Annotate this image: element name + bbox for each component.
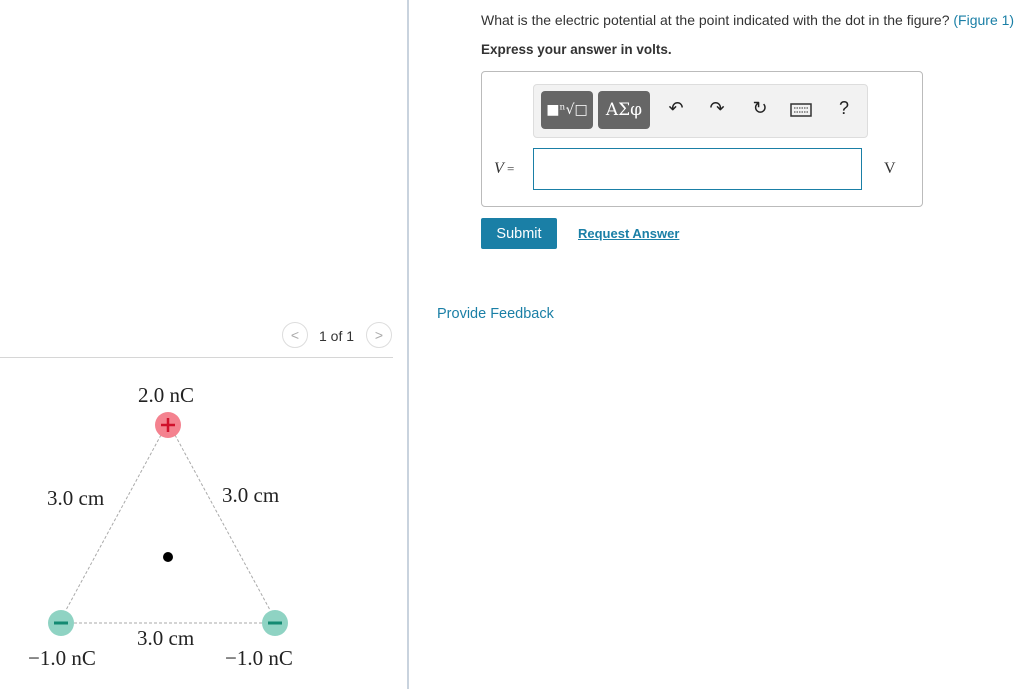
next-figure-button[interactable]: > [366,322,392,348]
question-text: What is the electric potential at the po… [481,12,1014,28]
request-answer-link[interactable]: Request Answer [578,226,679,241]
left-side-line [65,434,162,611]
help-button[interactable]: ? [832,98,856,119]
figure-divider [0,357,393,358]
prev-figure-button[interactable]: < [282,322,308,348]
greek-label: ΑΣφ [605,100,643,120]
redo-icon[interactable]: ↷ [705,98,729,119]
figure-link[interactable]: (Figure 1) [953,12,1014,28]
undo-icon[interactable]: ↶ [664,98,688,119]
keyboard-icon[interactable] [789,101,813,122]
greek-button[interactable]: ΑΣφ [598,91,650,129]
templates-icon: ■ⁿ√□ [546,102,588,118]
right-charge-label: −1.0 nC [225,646,293,670]
question-body: What is the electric potential at the po… [481,12,954,28]
pager-text: 1 of 1 [319,328,355,344]
panel-divider [407,0,409,689]
left-side-label: 3.0 cm [47,486,104,510]
provide-feedback-link[interactable]: Provide Feedback [437,306,554,322]
answer-input[interactable] [533,148,862,190]
top-charge-label: 2.0 nC [138,383,194,407]
left-charge-label: −1.0 nC [28,646,96,670]
instruction: Express your answer in volts. [481,42,672,57]
right-side-label: 3.0 cm [222,483,279,507]
answer-label: V = [494,160,514,178]
charge-figure: 2.0 nC 3.0 cm 3.0 cm 3.0 cm −1.0 nC −1.0… [28,383,293,670]
equals: = [503,161,515,176]
templates-button[interactable]: ■ⁿ√□ [541,91,593,129]
reset-icon[interactable]: ↻ [748,98,772,119]
answer-unit: V [884,160,896,177]
bottom-side-label: 3.0 cm [137,626,194,650]
target-dot [163,552,173,562]
right-side-line [174,434,271,611]
submit-button[interactable]: Submit [481,218,557,249]
answer-variable: V [494,160,504,177]
